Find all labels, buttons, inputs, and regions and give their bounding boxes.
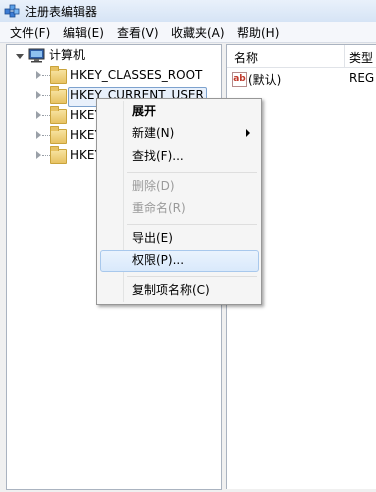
string-value-icon: ab [232,72,247,87]
menu-item-expand[interactable]: 展开 [132,101,156,121]
expand-arrow-icon[interactable] [36,111,41,119]
folder-icon [50,146,67,164]
column-header-type[interactable]: 类型 [349,49,373,66]
menu-favorites[interactable]: 收藏夹(A) [171,24,225,41]
expand-arrow-icon[interactable] [36,131,41,139]
menu-separator [127,172,257,173]
title-bar: 注册表编辑器 [0,0,376,22]
column-header-name[interactable]: 名称 [234,49,258,66]
menu-separator [127,224,257,225]
expand-arrow-icon[interactable] [36,151,41,159]
value-name[interactable]: (默认) [248,71,281,88]
menu-item-permissions[interactable]: 权限(P)... [132,250,184,270]
tree-item-computer[interactable]: 计算机 [49,45,85,65]
menu-file[interactable]: 文件(F) [10,24,50,41]
value-type[interactable]: REG [349,71,374,85]
menu-item-delete: 删除(D) [132,179,175,193]
menu-view[interactable]: 查看(V) [117,24,159,41]
expand-arrow-icon[interactable] [36,71,41,79]
expand-arrow-icon[interactable] [36,91,41,99]
menu-edit[interactable]: 编辑(E) [63,24,104,41]
folder-icon [50,66,67,84]
window-title: 注册表编辑器 [25,5,98,19]
menu-item-new[interactable]: 新建(N) [132,123,174,143]
menu-item-find[interactable]: 查找(F)... [132,146,184,166]
collapse-arrow-icon[interactable] [16,54,24,59]
folder-icon [50,106,67,124]
menu-bar: 文件(F) 编辑(E) 查看(V) 收藏夹(A) 帮助(H) [0,22,376,43]
registry-editor-icon [4,4,20,18]
column-divider[interactable] [344,45,345,67]
menu-help[interactable]: 帮助(H) [237,24,279,41]
menu-item-rename: 重命名(R) [132,201,186,215]
menu-item-export[interactable]: 导出(E) [132,228,173,248]
submenu-arrow-icon [246,129,250,137]
folder-icon [50,126,67,144]
list-column-header: 名称 类型 [227,45,376,68]
computer-icon [28,48,45,63]
context-menu: 展开 新建(N) 查找(F)... 删除(D) 重命名(R) 导出(E) 权限(… [96,98,262,305]
tree-item-hkey-classes-root[interactable]: HKEY_CLASSES_ROOT [70,65,202,85]
folder-icon [50,86,67,104]
menu-item-copy-key-name[interactable]: 复制项名称(C) [132,280,210,300]
menu-separator [127,276,257,277]
